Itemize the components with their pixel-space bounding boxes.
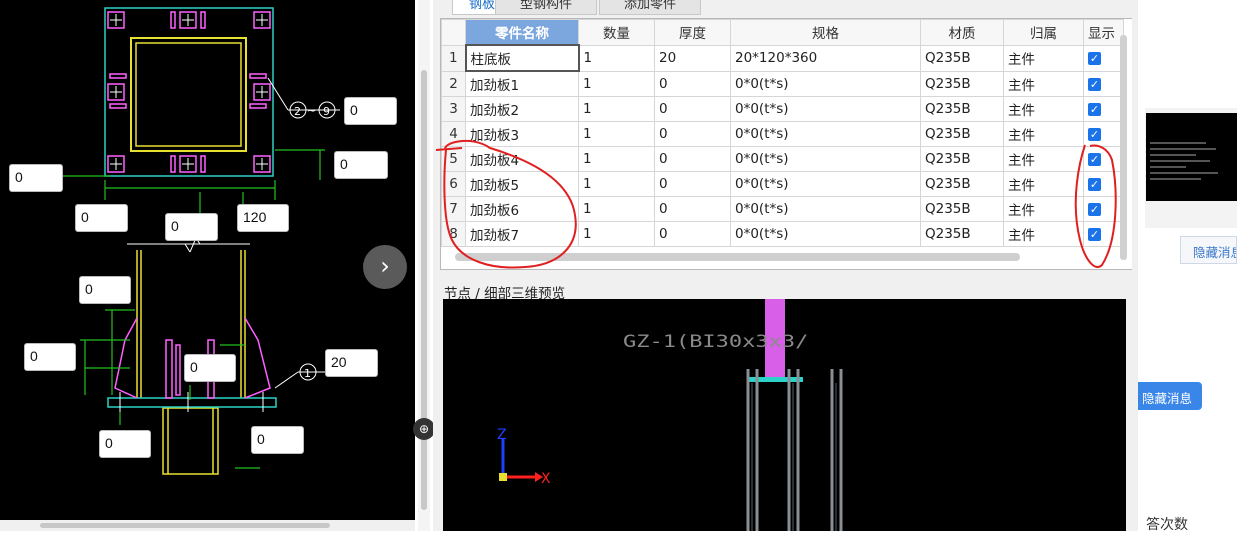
- row-number: 1: [441, 44, 466, 72]
- cell-spec[interactable]: 0*0(t*s): [730, 96, 921, 122]
- cell-name[interactable]: 柱底板: [464, 44, 580, 72]
- cell-thick[interactable]: 0: [654, 96, 731, 122]
- column-header-material[interactable]: 材质: [920, 19, 1004, 46]
- image-tool-icon[interactable]: ⊕: [413, 418, 435, 440]
- model-label-text: GZ-1(BI30x3x3/: [623, 332, 808, 352]
- attachment-thumbnail[interactable]: [1146, 113, 1237, 201]
- dim-input-right-offset[interactable]: 0: [334, 151, 388, 179]
- svg-text:1: 1: [304, 367, 311, 380]
- cell-owner[interactable]: 主件: [1003, 70, 1084, 97]
- table-row[interactable]: 3 加劲板2 1 0 0*0(t*s) Q235B 主件 ✓: [441, 96, 1124, 122]
- cell-thick[interactable]: 0: [654, 70, 731, 97]
- dim-input-elev-d[interactable]: 0: [99, 430, 151, 458]
- 3d-model: GZ-1(BI30x3x3/ Z X: [497, 299, 843, 531]
- cell-mat[interactable]: Q235B: [920, 96, 1004, 122]
- column-header-thickness[interactable]: 厚度: [654, 19, 731, 46]
- column-header-show[interactable]: 显示: [1083, 19, 1124, 46]
- hide-message-link[interactable]: 隐藏消息: [1180, 236, 1237, 264]
- cell-show[interactable]: ✓: [1083, 70, 1124, 97]
- cell-spec[interactable]: 20*120*360: [730, 44, 921, 72]
- cell-name[interactable]: 加劲板2: [465, 96, 579, 122]
- dim-input-elev-e[interactable]: 0: [251, 426, 304, 454]
- cell-owner[interactable]: 主件: [1003, 44, 1084, 72]
- dim-input-bottom-a[interactable]: 0: [75, 204, 128, 232]
- column-header-spec[interactable]: 规格: [730, 19, 921, 46]
- answer-count-label: 答次数: [1146, 517, 1188, 533]
- dim-input-left-offset[interactable]: 0: [9, 164, 63, 192]
- svg-text:9: 9: [323, 105, 330, 118]
- tab-section-steel[interactable]: 型钢构件: [495, 0, 597, 15]
- svg-text:~: ~: [307, 104, 316, 117]
- cell-mat[interactable]: Q235B: [920, 44, 1004, 72]
- 3d-preview-viewport[interactable]: GZ-1(BI30x3x3/ Z X: [443, 299, 1126, 531]
- column-header-part-name[interactable]: 零件名称: [465, 19, 579, 46]
- cell-name[interactable]: 加劲板1: [465, 70, 579, 97]
- axis-x-label: X: [541, 471, 551, 487]
- cell-qty[interactable]: 1: [578, 70, 655, 97]
- cad-horizontal-scrollbar[interactable]: [0, 520, 415, 531]
- dim-input-stiffener-height[interactable]: 0: [344, 97, 397, 125]
- tab-add-part[interactable]: 添加零件: [599, 0, 701, 15]
- column-header-owner[interactable]: 归属: [1003, 19, 1084, 46]
- table-row[interactable]: 2 加劲板1 1 0 0*0(t*s) Q235B 主件 ✓: [441, 70, 1124, 97]
- dim-input-elev-a[interactable]: 0: [79, 276, 131, 304]
- dim-input-elev-b[interactable]: 0: [24, 343, 76, 371]
- right-web-panel: [1138, 0, 1237, 531]
- column-header-quantity[interactable]: 数量: [578, 19, 655, 46]
- next-image-button[interactable]: ›: [363, 245, 407, 289]
- show-checkbox[interactable]: ✓: [1088, 103, 1101, 116]
- cell-spec[interactable]: 0*0(t*s): [730, 70, 921, 97]
- table-row[interactable]: 1 柱底板 1 20 20*120*360 Q235B 主件 ✓: [441, 44, 1124, 72]
- red-annotation-marks: [435, 139, 1117, 269]
- show-checkbox[interactable]: ✓: [1088, 52, 1101, 65]
- row-number: 3: [441, 96, 466, 122]
- cell-show[interactable]: ✓: [1083, 96, 1124, 122]
- cell-qty[interactable]: 1: [578, 44, 655, 72]
- cell-owner[interactable]: 主件: [1003, 96, 1084, 122]
- cell-thick[interactable]: 20: [654, 44, 731, 72]
- row-number-header: [441, 19, 466, 46]
- svg-text:2: 2: [294, 105, 301, 118]
- cad-vertical-scrollbar[interactable]: [418, 0, 430, 531]
- row-number: 2: [441, 70, 466, 97]
- thumbnail-text-lines: [1150, 142, 1218, 180]
- table-header-row: 零件名称 数量 厚度 规格 材质 归属 显示: [441, 19, 1124, 46]
- cell-qty[interactable]: 1: [578, 96, 655, 122]
- cell-show[interactable]: ✓: [1083, 44, 1124, 72]
- dim-input-plate-thickness[interactable]: 20: [325, 349, 378, 377]
- dim-input-bottom-b[interactable]: 0: [165, 213, 218, 241]
- cad-drawing-canvas[interactable]: 2 ~ 9 1 0 0 0 0 0 120 0 0 0 20 0 0: [0, 0, 415, 520]
- dim-input-elev-c[interactable]: 0: [184, 354, 236, 382]
- dim-input-bottom-c[interactable]: 120: [237, 204, 289, 232]
- hide-message-button[interactable]: 隐藏消息: [1138, 382, 1202, 410]
- show-checkbox[interactable]: ✓: [1088, 77, 1101, 91]
- cell-mat[interactable]: Q235B: [920, 70, 1004, 97]
- axis-z-label: Z: [497, 427, 507, 443]
- cad-drawing: 2 ~ 9 1: [59, 7, 340, 475]
